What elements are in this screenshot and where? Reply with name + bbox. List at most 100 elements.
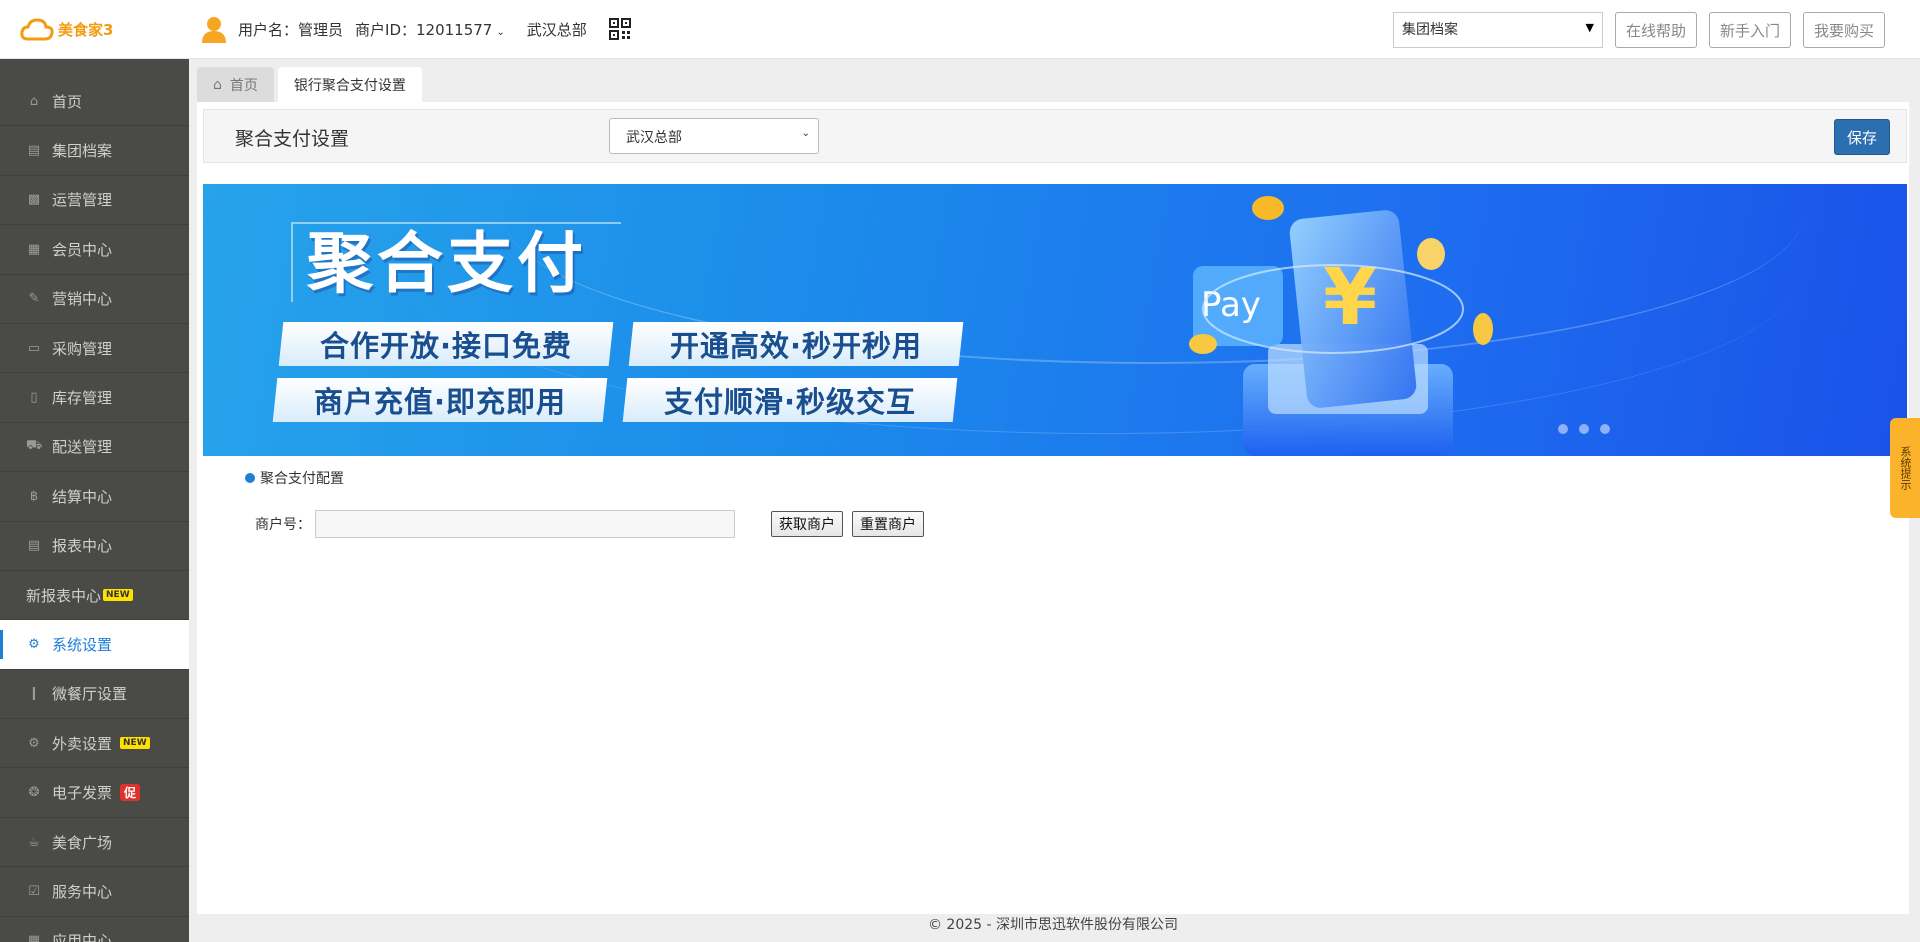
system-tip-tab[interactable]: 系统提示 — [1890, 418, 1920, 518]
sidebar-item-label: 结算中心 — [52, 487, 113, 506]
user-info: 用户名：管理员 商户ID：12011577 ⌄ 武汉总部 — [200, 14, 631, 44]
sidebar-item-label: 会员中心 — [52, 240, 113, 259]
current-store: 武汉总部 — [526, 20, 587, 39]
report-icon: ▤ — [27, 538, 41, 554]
sidebar-item-marketing[interactable]: ✎ 营销中心 — [0, 275, 189, 324]
module-select-value: 集团档案 — [1401, 22, 1458, 38]
sidebar-item-label: 营销中心 — [52, 290, 113, 309]
banner-slogan: 合作开放·接口免费 — [278, 322, 614, 366]
page-toolbar: 聚合支付设置 武汉总部 ⌄ 保存 — [203, 109, 1907, 163]
svg-text:Pay: Pay — [1201, 285, 1261, 325]
carousel-dot[interactable] — [1600, 424, 1610, 434]
truck-icon: ⛟ — [26, 438, 43, 454]
sidebar-item-label: 集团档案 — [52, 142, 113, 161]
sidebar: ⌂ 首页 ▤ 集团档案 ▩ 运营管理 ▦ 会员中心 ✎ 营销中心 ▭ 采购管理 ▯ 库存管理 … — [0, 59, 189, 942]
save-button[interactable]: 保存 — [1834, 119, 1890, 155]
sidebar-item-new-reports[interactable]: 新报表中心 NEW — [0, 571, 189, 621]
sidebar-item-takeaway[interactable]: ⚙ 外卖设置 NEW — [0, 719, 189, 769]
sidebar-item-label: 新报表中心 — [26, 586, 102, 605]
sidebar-item-micro-restaurant[interactable]: ❙ 微餐厅设置 — [0, 670, 189, 720]
sidebar-item-label: 采购管理 — [52, 339, 113, 358]
sidebar-item-label: 系统设置 — [52, 635, 113, 654]
sidebar-item-label: 应用中心 — [52, 932, 113, 942]
store-select[interactable]: 武汉总部 ⌄ — [609, 118, 819, 154]
id-card-icon: ▦ — [27, 241, 41, 257]
check-square-icon: ☑ — [28, 883, 40, 899]
sidebar-item-label: 配送管理 — [52, 438, 113, 457]
logo[interactable]: 美食家3 — [20, 14, 113, 44]
sidebar-item-food-plaza[interactable]: ☕ 美食广场 — [0, 818, 189, 868]
main-panel: 聚合支付设置 武汉总部 ⌄ 保存 聚合支付 合作开放·接口免费 开通高效·秒开秒… — [197, 102, 1909, 914]
page-title: 聚合支付设置 — [235, 128, 350, 150]
tab-bank-aggregate-payment[interactable]: 银行聚合支付设置 — [277, 67, 422, 102]
sidebar-item-operations[interactable]: ▩ 运营管理 — [0, 176, 189, 226]
header-actions: 集团档案 ▼ 在线帮助 新手入门 我要购买 — [1392, 12, 1885, 48]
merchant-id-input[interactable] — [315, 510, 735, 538]
reset-merchant-button[interactable]: 重置商户 — [852, 511, 924, 537]
sidebar-item-system-settings[interactable]: ⚙ 系统设置 — [0, 620, 189, 670]
beginner-guide-button[interactable]: 新手入门 — [1708, 12, 1791, 48]
bar-chart-icon: ▩ — [27, 192, 41, 208]
sidebar-item-label: 报表中心 — [52, 537, 113, 556]
sidebar-item-home[interactable]: ⌂ 首页 — [0, 77, 189, 127]
bullet-icon — [245, 473, 255, 483]
module-select[interactable]: 集团档案 ▼ — [1392, 12, 1603, 48]
new-badge: NEW — [103, 589, 133, 602]
chevron-down-icon: ⌄ — [801, 128, 810, 139]
purchase-button[interactable]: 我要购买 — [1802, 12, 1885, 48]
merchant-label: 商户号： — [255, 517, 311, 533]
get-merchant-button[interactable]: 获取商户 — [771, 511, 843, 537]
online-help-button[interactable]: 在线帮助 — [1614, 12, 1697, 48]
chevron-down-icon: ⌄ — [496, 26, 505, 38]
cloud-logo-icon — [20, 18, 54, 41]
gear-icon: ⚙ — [28, 735, 40, 751]
store-select-value: 武汉总部 — [626, 130, 682, 146]
home-icon: ⌂ — [29, 93, 39, 109]
sidebar-item-label: 外卖设置 — [52, 734, 113, 753]
avatar-icon — [202, 17, 226, 43]
sidebar-item-app-center[interactable]: ▦ 应用中心 — [0, 917, 189, 942]
merchant-id-dropdown[interactable]: 商户ID：12011577 ⌄ — [355, 19, 527, 40]
sidebar-item-label: 首页 — [52, 92, 83, 111]
sidebar-item-inventory[interactable]: ▯ 库存管理 — [0, 373, 189, 423]
sidebar-item-label: 电子发票 — [52, 784, 113, 803]
tablet-icon: ▯ — [30, 390, 38, 406]
sidebar-item-label: 库存管理 — [52, 389, 113, 408]
banner-slogan: 开通高效·秒开秒用 — [628, 322, 964, 366]
sidebar-item-delivery[interactable]: ⛟ 配送管理 — [0, 423, 189, 473]
section-title: 聚合支付配置 — [245, 468, 344, 488]
file-icon: ▤ — [27, 143, 41, 159]
logo-text: 美食家3 — [58, 20, 114, 39]
sidebar-item-label: 服务中心 — [52, 882, 113, 901]
merchant-id: 商户ID：12011577 — [355, 20, 493, 39]
carousel-dot[interactable] — [1558, 424, 1568, 434]
footer: © 2025 - 深圳市思迅软件股份有限公司 — [927, 917, 1179, 933]
merchant-form: 商户号： 获取商户 重置商户 — [255, 510, 933, 538]
sidebar-item-group-archive[interactable]: ▤ 集团档案 — [0, 126, 189, 176]
sidebar-item-service-center[interactable]: ☑ 服务中心 — [0, 867, 189, 917]
new-badge: NEW — [120, 737, 150, 750]
sidebar-item-reports[interactable]: ▤ 报表中心 — [0, 522, 189, 571]
compass-icon: ❂ — [28, 785, 40, 801]
promo-banner[interactable]: 聚合支付 合作开放·接口免费 开通高效·秒开秒用 商户充值·即充即用 支付顺滑·… — [203, 184, 1907, 456]
sidebar-item-members[interactable]: ▦ 会员中心 — [0, 225, 189, 275]
section-title-text: 聚合支付配置 — [260, 471, 344, 487]
top-header: 美食家3 用户名：管理员 商户ID：12011577 ⌄ 武汉总部 集团档案 ▼ … — [0, 0, 1920, 59]
tab-label: 首页 — [229, 77, 258, 94]
sidebar-item-label: 运营管理 — [52, 191, 113, 210]
carousel-dot[interactable] — [1579, 424, 1589, 434]
caret-down-icon: ▼ — [1585, 21, 1594, 34]
banner-slogan: 商户充值·即充即用 — [272, 378, 608, 422]
cogs-icon: ⚙ — [28, 636, 40, 652]
sidebar-item-purchasing[interactable]: ▭ 采购管理 — [0, 324, 189, 374]
grid-icon: ▦ — [27, 933, 41, 942]
banner-title: 聚合支付 — [291, 222, 621, 302]
bitcoin-icon: ฿ — [29, 488, 39, 504]
sidebar-item-settlement[interactable]: ฿ 结算中心 — [0, 472, 189, 522]
sidebar-item-e-invoice[interactable]: ❂ 电子发票促 — [0, 768, 189, 818]
carousel-dots — [1558, 424, 1621, 434]
qrcode-icon[interactable] — [608, 18, 631, 40]
tab-home[interactable]: ⌂ 首页 — [197, 67, 274, 102]
banner-slogan: 支付顺滑·秒级交互 — [622, 378, 958, 422]
cutlery-icon: ❙ — [28, 686, 40, 702]
